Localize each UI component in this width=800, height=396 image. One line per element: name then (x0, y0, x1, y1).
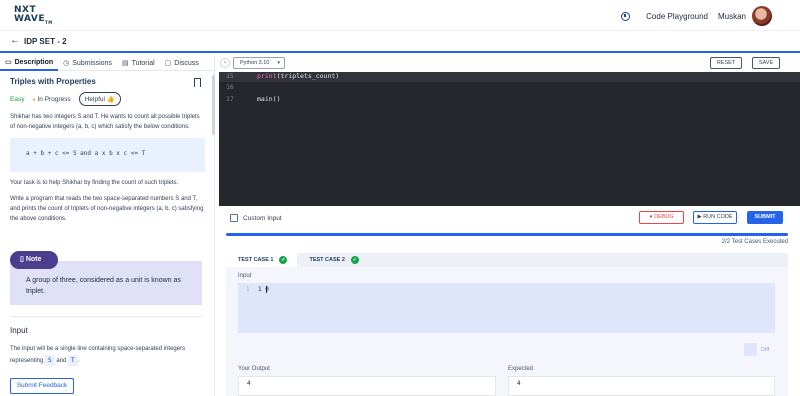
check-circle-icon: ✓ (279, 256, 288, 264)
formula-block: a + b + c <= S and a x b x c <= T (10, 138, 205, 172)
arrow-left-icon[interactable]: ← (10, 35, 20, 46)
line-number: 1 (246, 286, 250, 293)
tab-submissions[interactable]: ◷ Submissions (58, 55, 117, 71)
problem-content: Triples with Properties Easy In Progress… (10, 77, 205, 224)
code-text: main() (257, 95, 281, 103)
breadcrumb: ← IDP SET - 2 (0, 31, 800, 53)
code-line: 17 main() (219, 95, 800, 105)
book-icon: ▤ (121, 60, 129, 67)
problem-meta: Easy In Progress Helpful 👍 (10, 92, 205, 106)
line-number: 17 (226, 95, 234, 103)
input-label: Input (238, 273, 252, 279)
chevron-left-icon[interactable]: ‹ (220, 58, 230, 68)
helpful-button[interactable]: Helpful 👍 (78, 92, 121, 106)
code-chip-s: S (45, 355, 55, 366)
nxtwave-logo[interactable]: NXT WAVETM (14, 6, 53, 27)
code-editor[interactable]: 15 print(triplets_count) 16 17 main() (219, 72, 800, 206)
custom-input-checkbox[interactable] (230, 214, 238, 222)
tab-test-case-2[interactable]: TEST CASE 2 ✓ (297, 253, 368, 267)
test-case-panel: TEST CASE 1 ✓ TEST CASE 2 ✓ Input 1 1 0 Di… (226, 253, 788, 396)
test-input-field[interactable]: 1 1 0 (238, 283, 775, 333)
tab-discuss[interactable]: ▢ Discuss (160, 55, 204, 71)
problem-title: Triples with Properties (10, 77, 96, 86)
code-line: 15 print(triplets_count) (219, 72, 800, 82)
code-line: 16 (219, 83, 800, 93)
executed-count: 2/2 Test Cases Executed (721, 239, 788, 245)
input-description: The input will be a single line containi… (10, 346, 186, 366)
bug-icon: ● (649, 214, 653, 220)
problem-tabs: ▭ Description ◷ Submissions ▤ Tutorial ▢ Dis… (0, 55, 215, 71)
clock-icon: ◷ (63, 60, 70, 67)
scrollbar[interactable] (212, 75, 215, 135)
top-navbar: NXT WAVETM Code Playground Muskan (0, 0, 800, 31)
status-badge: In Progress (32, 96, 70, 103)
action-bar: Custom Input ● DEBUG ▶ RUN CODE SUBMIT (216, 206, 800, 232)
run-code-button[interactable]: ▶ RUN CODE (693, 211, 737, 224)
avatar[interactable] (752, 6, 772, 26)
note-icon: ▯ (20, 256, 24, 263)
page-title: IDP SET - 2 (24, 37, 67, 46)
diff-label[interactable]: Diff (761, 347, 769, 353)
submit-button[interactable]: SUBMIT (747, 211, 783, 224)
description-paragraph: Your task is to help Shikhar by finding … (10, 180, 179, 186)
custom-input-label[interactable]: Custom Input (243, 215, 282, 222)
code-text: print(triplets_count) (257, 72, 340, 80)
input-heading: Input (10, 326, 28, 335)
logo-line-2: WAVETM (14, 14, 53, 25)
reset-button[interactable]: RESET (710, 57, 742, 69)
tab-description[interactable]: ▭ Description (0, 55, 59, 71)
input-value: 1 0 (258, 286, 269, 293)
note-chip: ▯ Note (10, 251, 58, 269)
execution-progress-bar (226, 233, 788, 236)
difficulty-badge: Easy (10, 95, 25, 103)
thumbs-up-icon: 👍 (106, 96, 115, 103)
debug-button[interactable]: ● DEBUG (639, 211, 684, 224)
diff-toggle[interactable] (744, 343, 757, 356)
chat-icon: ▢ (164, 60, 172, 67)
description-paragraph: Shikhar has two integers S and T. He wan… (10, 114, 200, 130)
tab-tutorial[interactable]: ▤ Tutorial (117, 55, 160, 71)
check-circle-icon: ✓ (350, 256, 359, 264)
stopwatch-icon[interactable] (621, 11, 631, 21)
document-icon: ▭ (5, 59, 12, 66)
expected-output-box: 4 (508, 376, 775, 396)
play-icon: ▶ (697, 214, 702, 220)
line-number: 16 (226, 83, 234, 91)
editor-toolbar: ‹ Python 3.10 ▾ RESET SAVE (216, 55, 800, 71)
code-chip-t: T (68, 355, 78, 366)
tab-test-case-1[interactable]: TEST CASE 1 ✓ (226, 253, 298, 267)
text-caret (266, 286, 267, 293)
line-number: 15 (226, 72, 234, 80)
test-case-tabs: TEST CASE 1 ✓ TEST CASE 2 ✓ (226, 253, 788, 267)
your-output-box: 4 (238, 376, 496, 396)
progress-fill (226, 233, 788, 236)
header-actions: Code Playground Muskan (621, 6, 772, 26)
your-output-label: Your Output (238, 366, 270, 372)
save-button[interactable]: SAVE (752, 57, 780, 69)
editor-panel: ‹ Python 3.10 ▾ RESET SAVE 15 print(tripl… (216, 55, 800, 396)
user-name[interactable]: Muskan (718, 12, 746, 21)
expected-label: Expected (508, 366, 534, 372)
description-paragraph: Write a program that reads the two space… (10, 196, 204, 222)
problem-panel: ▭ Description ◷ Submissions ▤ Tutorial ▢ Dis… (0, 55, 215, 396)
bookmark-icon[interactable] (194, 78, 201, 87)
divider (10, 316, 202, 317)
chevron-down-icon: ▾ (277, 60, 280, 66)
submit-feedback-button[interactable]: Submit Feedback (10, 378, 74, 394)
language-select[interactable]: Python 3.10 ▾ (233, 57, 285, 69)
code-playground-link[interactable]: Code Playground (646, 12, 708, 21)
